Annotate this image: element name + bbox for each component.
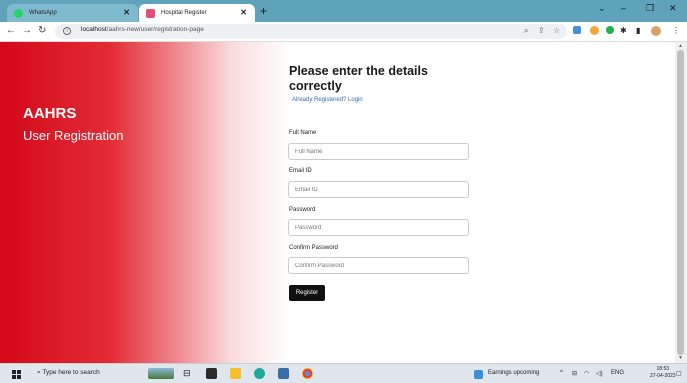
reload-icon[interactable]: ↻ <box>38 25 46 37</box>
bookmark-star-icon[interactable]: ☆ <box>553 26 560 35</box>
brand-subtitle: User Registration <box>23 128 124 143</box>
tab-label: Hospital Register <box>161 10 207 16</box>
confirm-password-input[interactable] <box>288 257 469 274</box>
maximize-button[interactable]: ❐ <box>646 3 654 14</box>
browser-tab-strip: WhatsApp ✕ Hospital Register ✕ + ⌄ – ❐ ✕ <box>0 0 687 22</box>
clock-date: 27-04-2023 <box>650 373 676 379</box>
register-button[interactable]: Register <box>289 285 325 301</box>
password-input[interactable] <box>288 219 469 236</box>
extensions-puzzle-icon[interactable]: ✱ <box>620 26 627 35</box>
notification-icon[interactable]: ▢ <box>676 370 682 377</box>
whatsapp-icon <box>14 8 23 18</box>
full-name-label: Full Name <box>289 130 317 136</box>
news-ticker-text[interactable]: Earnings upcoming <box>488 370 539 376</box>
form-heading: Please enter the details correctly <box>289 64 428 93</box>
page-content: AAHRS User Registration Please enter the… <box>0 42 675 363</box>
hospital-icon <box>146 8 155 18</box>
site-info-icon[interactable]: i <box>63 27 71 35</box>
tray-chevron-up-icon[interactable]: ^ <box>560 370 563 376</box>
tab-whatsapp[interactable]: WhatsApp ✕ <box>7 4 138 22</box>
close-tab-icon[interactable]: ✕ <box>240 8 247 17</box>
search-placeholder: Type here to search <box>42 369 100 376</box>
page-scrollbar[interactable]: ▲ ▼ <box>675 42 687 363</box>
close-window-button[interactable]: ✕ <box>669 3 677 14</box>
url-path: /aahrs-new/user/registration-page <box>106 26 204 33</box>
forward-arrow-icon[interactable]: → <box>22 25 32 37</box>
taskbar-search[interactable]: ⌕ Type here to search <box>37 369 100 377</box>
share-icon[interactable]: ⇪ <box>538 26 545 35</box>
extension-icon[interactable] <box>573 26 581 34</box>
zoom-icon[interactable]: ⌕ <box>524 26 528 36</box>
windows-start-icon[interactable] <box>12 370 21 379</box>
mail-icon[interactable] <box>278 368 289 379</box>
volume-icon[interactable]: ◁) <box>596 370 603 377</box>
menu-kebab-icon[interactable]: ⋮ <box>672 26 680 35</box>
scroll-up-icon[interactable]: ▲ <box>678 43 683 49</box>
minimize-button[interactable]: – <box>621 3 626 13</box>
url-host: localhost <box>81 26 107 33</box>
weather-widget-icon[interactable] <box>148 368 174 379</box>
confirm-password-label: Confirm Password <box>289 245 339 251</box>
email-input[interactable] <box>288 181 469 198</box>
news-icon[interactable] <box>474 370 483 379</box>
extension-icon[interactable] <box>606 26 614 34</box>
brand-title: AAHRS <box>23 105 77 122</box>
app-icon[interactable] <box>206 368 217 379</box>
tab-label: WhatsApp <box>29 10 57 16</box>
language-indicator[interactable]: ENG <box>611 370 624 376</box>
scroll-down-icon[interactable]: ▼ <box>678 355 683 361</box>
wifi-icon[interactable]: ◠ <box>584 370 589 377</box>
brand-panel: AAHRS User Registration <box>0 42 290 363</box>
login-link[interactable]: Already Registered? Login <box>292 97 363 103</box>
address-bar-row: ← → ↻ i localhost/aahrs-new/user/registr… <box>0 22 687 42</box>
back-arrow-icon[interactable]: ← <box>6 25 16 37</box>
full-name-input[interactable] <box>288 143 469 160</box>
chrome-icon[interactable] <box>302 368 313 379</box>
network-icon[interactable]: ⊟ <box>572 370 577 377</box>
file-explorer-icon[interactable] <box>230 368 241 379</box>
side-panel-icon[interactable]: ▮ <box>636 26 640 35</box>
extension-icon[interactable] <box>590 26 599 35</box>
new-tab-button[interactable]: + <box>260 4 267 18</box>
tab-search-dropdown-icon[interactable]: ⌄ <box>598 3 606 14</box>
windows-taskbar: ⌕ Type here to search ⊟ Earnings upcomin… <box>0 363 687 383</box>
email-label: Email ID <box>289 168 312 174</box>
tab-hospital-register[interactable]: Hospital Register ✕ <box>139 4 255 22</box>
edge-browser-icon[interactable] <box>254 368 265 379</box>
url-text[interactable]: localhost/aahrs-new/user/registration-pa… <box>81 26 204 33</box>
close-tab-icon[interactable]: ✕ <box>123 8 130 17</box>
profile-avatar[interactable] <box>651 26 661 36</box>
system-clock[interactable]: 18:53 27-04-2023 <box>650 366 676 380</box>
password-label: Password <box>289 207 316 213</box>
scrollbar-thumb[interactable] <box>677 50 684 355</box>
clock-time: 18:53 <box>656 366 670 372</box>
task-view-icon[interactable]: ⊟ <box>183 368 194 379</box>
